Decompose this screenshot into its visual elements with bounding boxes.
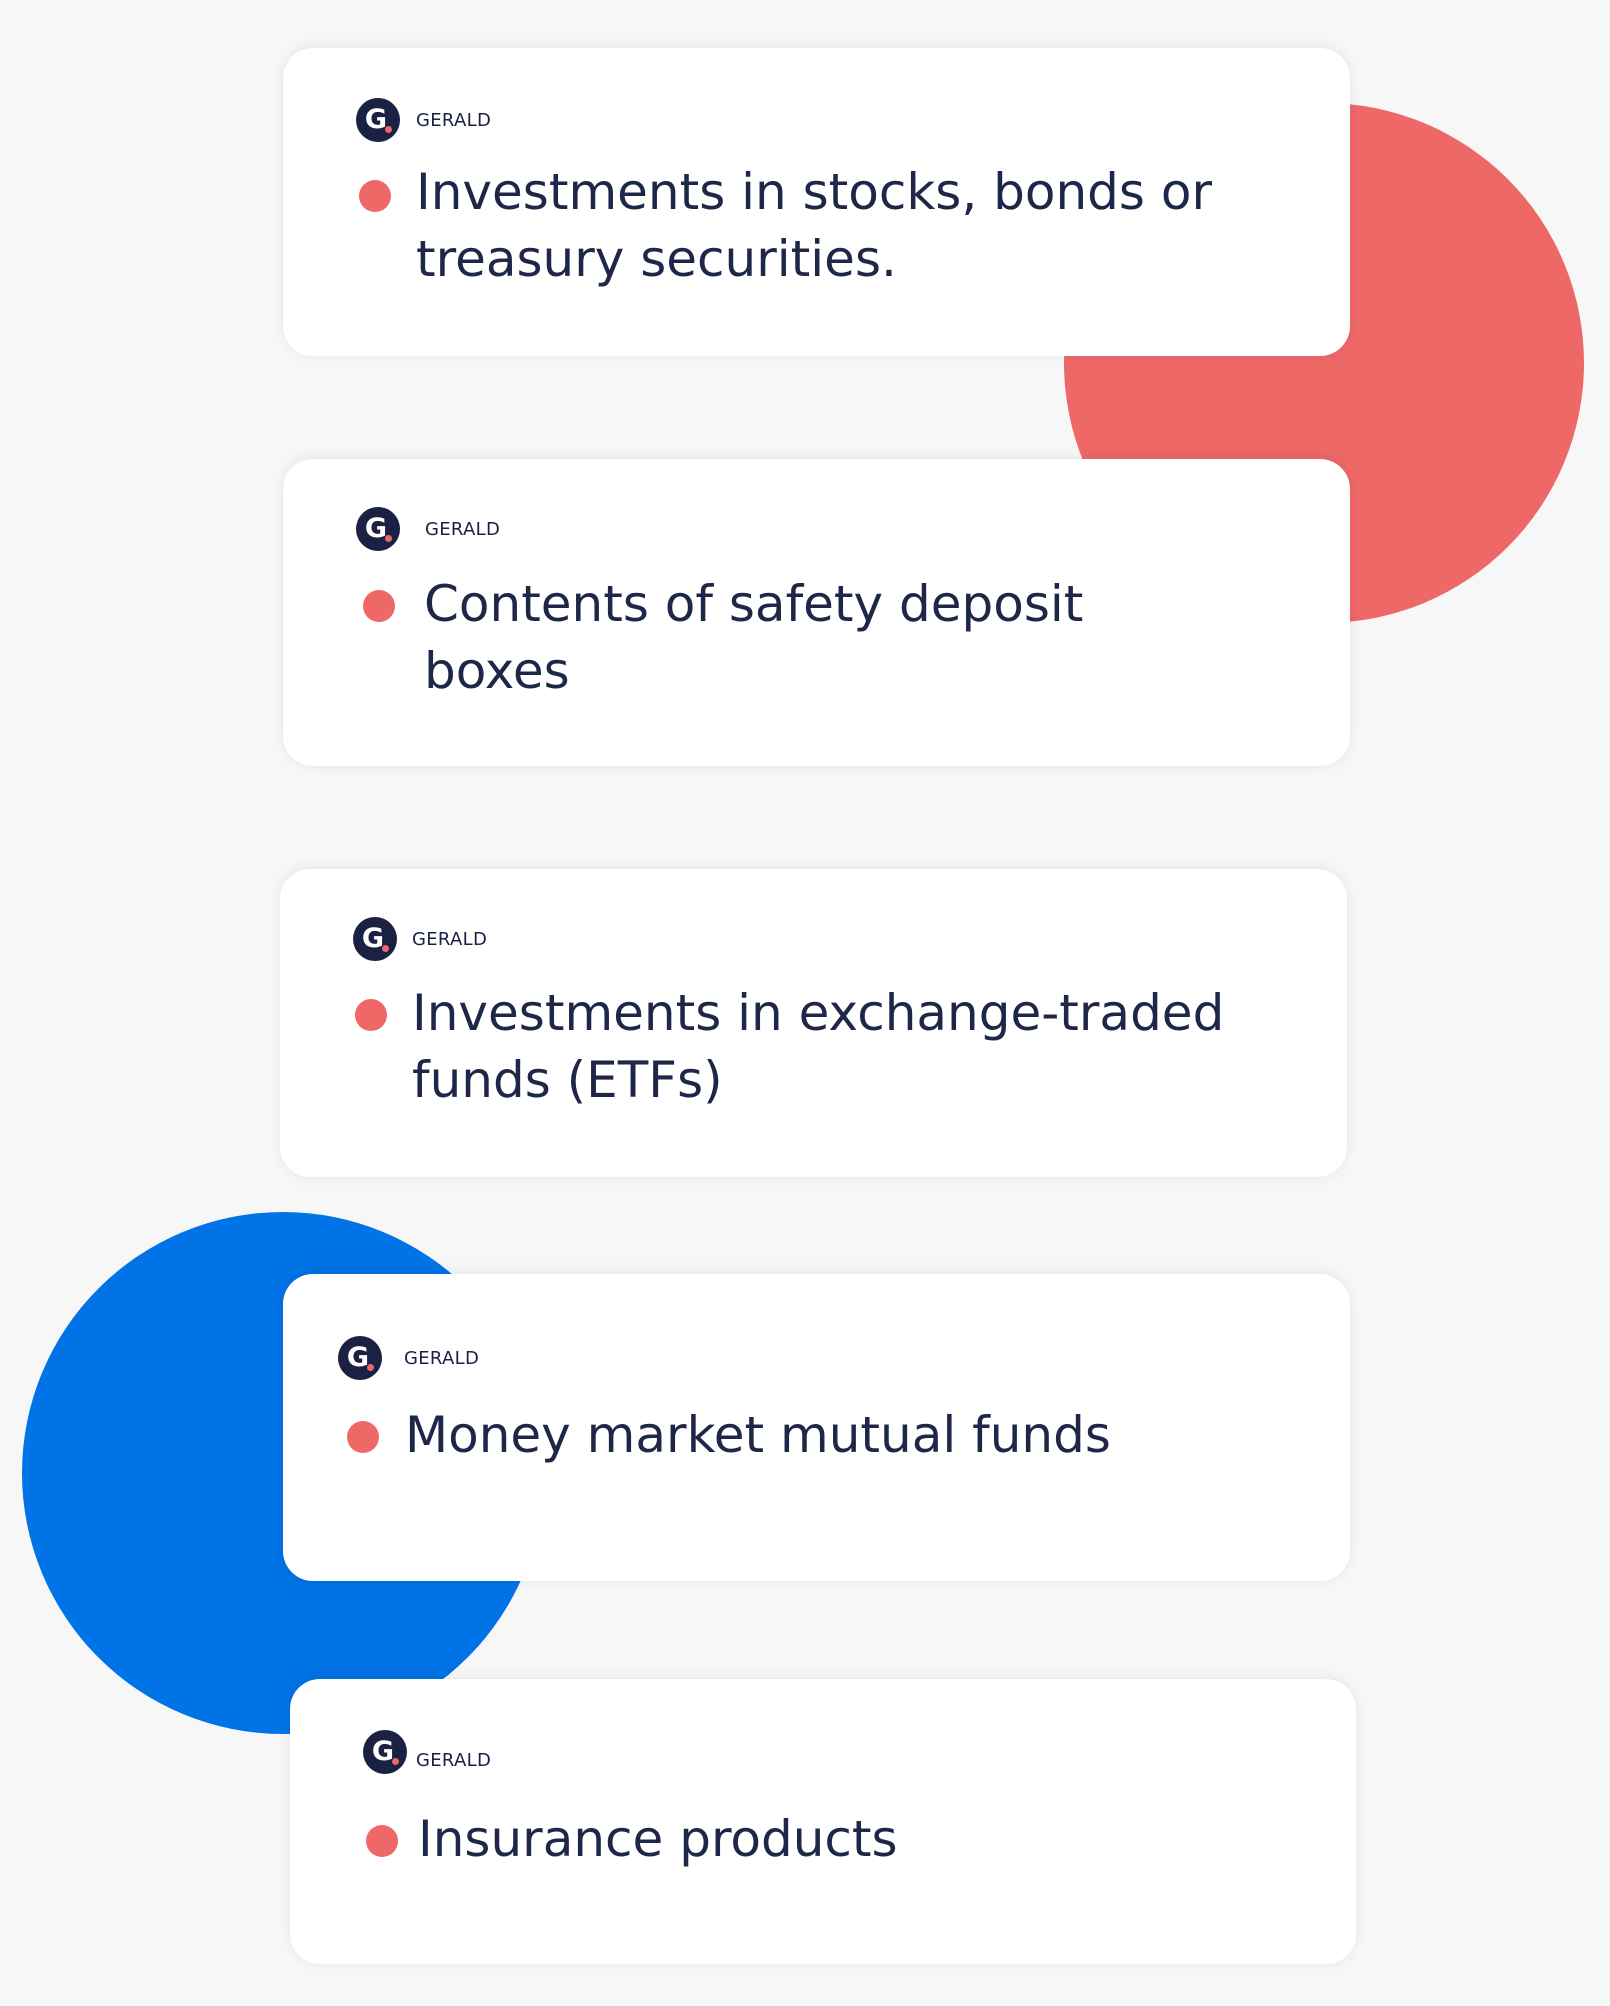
gerald-logo-icon: G (356, 98, 400, 142)
brand-row: G GERALD (356, 507, 500, 551)
gerald-logo-icon: G (353, 917, 397, 961)
list-item-text: Investments in stocks, bonds or treasury… (416, 163, 1212, 288)
bullet-icon (363, 590, 395, 622)
brand-row: G GERALD (363, 1730, 491, 1774)
list-item-text: Money market mutual funds (405, 1406, 1111, 1464)
list-card-1: G GERALD Investments in stocks, bonds or… (283, 48, 1350, 356)
bullet-icon (359, 180, 391, 212)
logo-dot (385, 535, 392, 542)
brand-row: G GERALD (338, 1336, 479, 1380)
list-card-4: G GERALD Money market mutual funds (283, 1274, 1350, 1581)
gerald-logo-icon: G (363, 1730, 407, 1774)
gerald-logo-icon: G (338, 1336, 382, 1380)
bullet-icon (355, 999, 387, 1031)
list-item-text: Insurance products (418, 1810, 898, 1868)
list-card-5: G GERALD Insurance products (290, 1679, 1356, 1964)
brand-name: GERALD (404, 1347, 480, 1369)
bullet-icon (347, 1421, 379, 1453)
list-card-2: G GERALD Contents of safety deposit boxe… (283, 459, 1350, 766)
bullet-icon (366, 1825, 398, 1857)
logo-dot (385, 126, 392, 133)
brand-name: GERALD (416, 109, 492, 131)
brand-row: G GERALD (356, 98, 491, 142)
logo-dot (392, 1758, 399, 1765)
brand-name: GERALD (412, 928, 488, 950)
brand-row: G GERALD (353, 917, 487, 961)
gerald-logo-icon: G (356, 507, 400, 551)
list-item-text: Investments in exchange-traded funds (ET… (412, 984, 1225, 1109)
brand-name: GERALD (416, 1749, 492, 1771)
logo-dot (382, 945, 389, 952)
logo-dot (367, 1364, 374, 1371)
list-card-3: G GERALD Investments in exchange-traded … (280, 869, 1347, 1177)
brand-name: GERALD (425, 518, 501, 540)
list-item-text: Contents of safety deposit boxes (424, 575, 1084, 700)
